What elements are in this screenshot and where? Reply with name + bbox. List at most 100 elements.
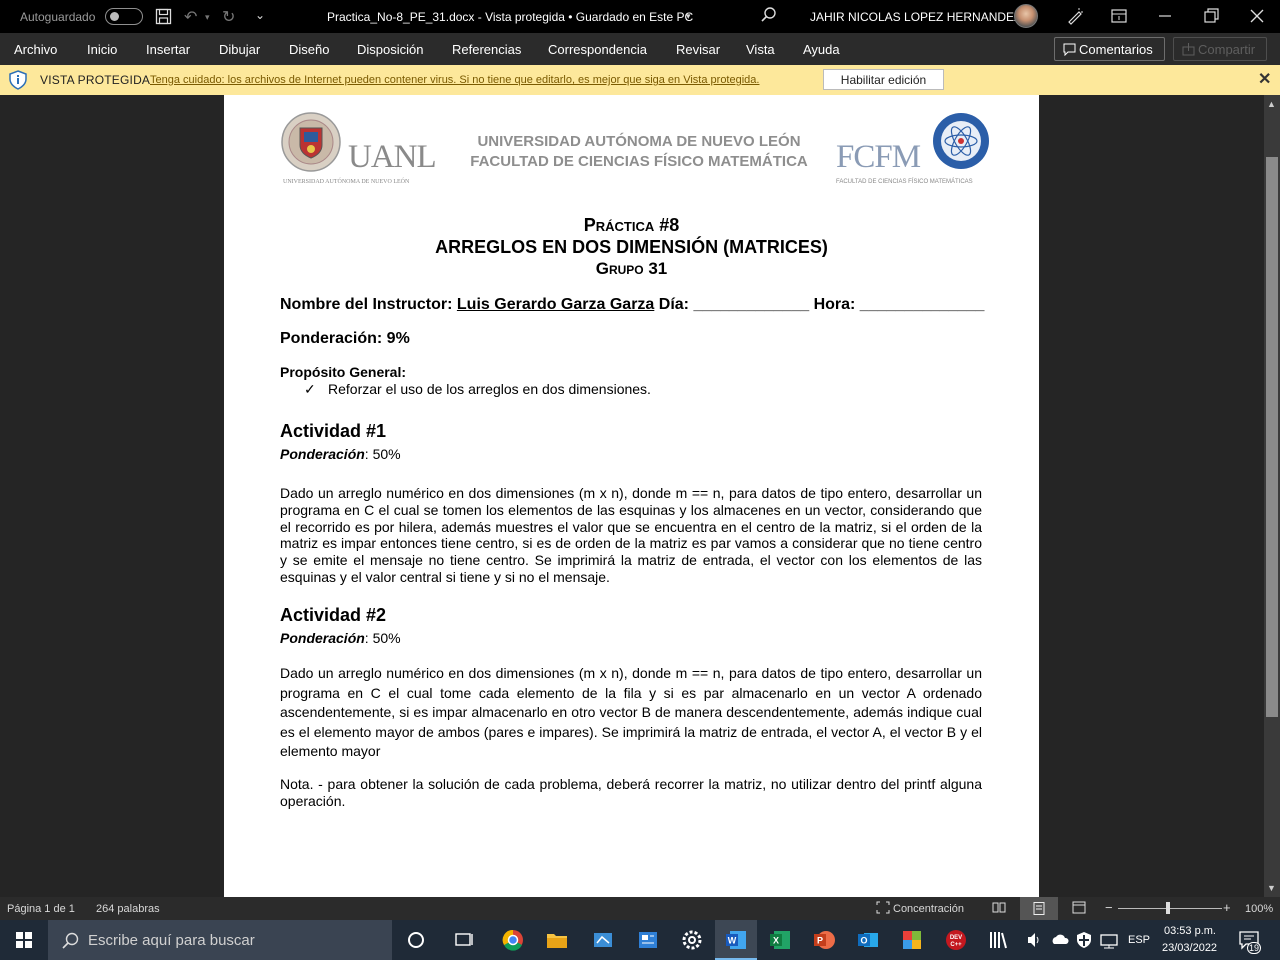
activity-2-weight-value: : 50% bbox=[364, 630, 401, 646]
volume-icon[interactable] bbox=[1026, 928, 1042, 952]
svg-text:W: W bbox=[728, 936, 737, 946]
powerpoint-icon[interactable]: P bbox=[812, 928, 836, 952]
comments-button[interactable]: Comentarios bbox=[1054, 37, 1165, 61]
status-bar: Página 1 de 1 264 palabras Concentración… bbox=[0, 897, 1280, 920]
news-icon[interactable] bbox=[636, 928, 660, 952]
print-layout-button[interactable] bbox=[1020, 897, 1058, 920]
day-blank: _____________ bbox=[693, 296, 810, 313]
chrome-icon[interactable] bbox=[501, 928, 525, 952]
minimize-icon[interactable] bbox=[1154, 5, 1176, 27]
purpose-label: Propósito General: bbox=[280, 364, 407, 380]
menu-dibujar[interactable]: Dibujar bbox=[219, 42, 260, 57]
zoom-level[interactable]: 100% bbox=[1245, 903, 1273, 915]
activity-2-title: Actividad #2 bbox=[280, 605, 387, 625]
file-explorer-icon[interactable] bbox=[545, 928, 569, 952]
security-shield-icon[interactable] bbox=[1075, 928, 1093, 952]
zoom-slider-knob[interactable] bbox=[1166, 902, 1170, 914]
svg-text:C++: C++ bbox=[950, 942, 962, 948]
share-button[interactable]: Compartir bbox=[1173, 37, 1267, 61]
scroll-up-icon[interactable]: ▲ bbox=[1267, 99, 1276, 109]
print-layout-icon bbox=[1033, 902, 1045, 915]
onedrive-icon[interactable] bbox=[1050, 928, 1070, 952]
menu-diseno[interactable]: Diseño bbox=[289, 42, 329, 57]
menu-disposicion[interactable]: Disposición bbox=[357, 42, 423, 57]
menu-vista[interactable]: Vista bbox=[746, 42, 775, 57]
user-name[interactable]: JAHIR NICOLAS LOPEZ HERNANDEZ bbox=[810, 10, 1021, 24]
svg-text:DEV: DEV bbox=[950, 935, 962, 941]
dev-cpp-icon[interactable]: DEVC++ bbox=[944, 928, 968, 952]
page-count[interactable]: Página 1 de 1 bbox=[7, 903, 75, 915]
search-icon[interactable] bbox=[760, 6, 778, 24]
save-icon[interactable] bbox=[155, 8, 172, 25]
autosave-toggle[interactable] bbox=[105, 8, 143, 25]
menu-insertar[interactable]: Insertar bbox=[146, 42, 190, 57]
document-page[interactable]: UANL UNIVERSIDAD AUTÓNOMA DE NUEVO LEÓN … bbox=[224, 95, 1039, 897]
taskbar-search[interactable]: Escribe aquí para buscar bbox=[48, 920, 392, 960]
ribbon-display-icon[interactable] bbox=[1108, 5, 1130, 27]
task-view-icon[interactable] bbox=[452, 928, 476, 952]
restore-icon[interactable] bbox=[1200, 5, 1222, 27]
zoom-in-icon[interactable]: + bbox=[1223, 900, 1231, 915]
outlook-icon[interactable]: O bbox=[856, 928, 880, 952]
search-icon bbox=[62, 932, 79, 949]
close-bar-icon[interactable]: ✕ bbox=[1258, 69, 1271, 89]
activity-1-text: Dado un arreglo numérico en dos dimensio… bbox=[280, 485, 982, 585]
clock-date[interactable]: 23/03/2022 bbox=[1162, 942, 1217, 954]
title-dropdown-icon[interactable]: ▾ bbox=[686, 11, 691, 22]
word-icon: W bbox=[726, 931, 746, 949]
word-taskbar-button[interactable]: W bbox=[715, 920, 757, 960]
close-icon[interactable] bbox=[1246, 5, 1268, 27]
svg-text:X: X bbox=[773, 936, 779, 946]
comments-label: Comentarios bbox=[1079, 42, 1153, 57]
protected-view-bar: VISTA PROTEGIDA Tenga cuidado: los archi… bbox=[0, 65, 1280, 95]
user-avatar[interactable] bbox=[1014, 4, 1038, 28]
activity-1-weight: Ponderación: 50% bbox=[280, 446, 401, 462]
instructor-name: Luis Gerardo Garza Garza bbox=[456, 296, 655, 313]
focus-mode[interactable]: Concentración bbox=[893, 903, 964, 915]
word-count[interactable]: 264 palabras bbox=[96, 903, 160, 915]
web-layout-icon[interactable] bbox=[1072, 901, 1086, 914]
scroll-down-icon[interactable]: ▼ bbox=[1267, 883, 1276, 893]
clock-time[interactable]: 03:53 p.m. bbox=[1164, 925, 1216, 937]
shield-info-icon bbox=[9, 70, 27, 90]
scroll-thumb[interactable] bbox=[1266, 157, 1278, 717]
menu-archivo[interactable]: Archivo bbox=[14, 42, 57, 57]
app-icon[interactable] bbox=[591, 928, 615, 952]
menu-inicio[interactable]: Inicio bbox=[87, 42, 117, 57]
customize-toolbar-icon[interactable]: ⌄ bbox=[255, 8, 265, 22]
menu-referencias[interactable]: Referencias bbox=[452, 42, 521, 57]
redo-icon[interactable]: ↻ bbox=[222, 7, 235, 27]
library-icon[interactable] bbox=[986, 928, 1010, 952]
read-mode-icon[interactable] bbox=[992, 901, 1006, 914]
enable-editing-button[interactable]: Habilitar edición bbox=[823, 69, 944, 90]
share-label: Compartir bbox=[1198, 42, 1256, 57]
windows-start-icon[interactable] bbox=[0, 920, 48, 960]
language-indicator[interactable]: ESP bbox=[1128, 934, 1150, 946]
note-text: Nota. - para obtener la solución de cada… bbox=[280, 776, 982, 809]
designer-pen-icon[interactable] bbox=[1064, 5, 1086, 27]
instructor-line: Nombre del Instructor: Luis Gerardo Garz… bbox=[280, 296, 984, 314]
protected-view-message[interactable]: Tenga cuidado: los archivos de Internet … bbox=[150, 74, 759, 86]
zoom-out-icon[interactable]: − bbox=[1105, 900, 1113, 915]
svg-text:P: P bbox=[817, 936, 823, 946]
vertical-scrollbar[interactable]: ▲ ▼ bbox=[1264, 95, 1280, 897]
settings-icon[interactable] bbox=[680, 928, 704, 952]
activity-2-weight-label: Ponderación bbox=[280, 630, 365, 646]
network-icon[interactable] bbox=[1099, 928, 1119, 952]
focus-icon[interactable] bbox=[876, 901, 890, 914]
zoom-slider[interactable] bbox=[1118, 908, 1222, 909]
menu-ayuda[interactable]: Ayuda bbox=[803, 42, 840, 57]
taskbar: Escribe aquí para buscar W X P O DEV C++ … bbox=[0, 920, 1280, 960]
menu-revisar[interactable]: Revisar bbox=[676, 42, 720, 57]
undo-dropdown-icon[interactable]: ▾ bbox=[205, 12, 210, 23]
undo-icon[interactable]: ↶ bbox=[184, 7, 197, 27]
document-title[interactable]: Practica_No-8_PE_31.docx - Vista protegi… bbox=[327, 10, 693, 24]
practice-title: ARREGLOS EN DOS DIMENSIÓN (MATRICES) bbox=[435, 237, 828, 257]
fcfm-wordmark: FCFM bbox=[836, 139, 921, 175]
excel-icon[interactable]: X bbox=[768, 928, 792, 952]
menu-correspondencia[interactable]: Correspondencia bbox=[548, 42, 647, 57]
app-grid-icon[interactable] bbox=[900, 928, 924, 952]
instructor-label: Nombre del Instructor: bbox=[280, 296, 457, 313]
university-line-2: FACULTAD DE CIENCIAS FÍSICO MATEMÁTICA bbox=[470, 153, 808, 170]
cortana-icon[interactable] bbox=[404, 928, 428, 952]
